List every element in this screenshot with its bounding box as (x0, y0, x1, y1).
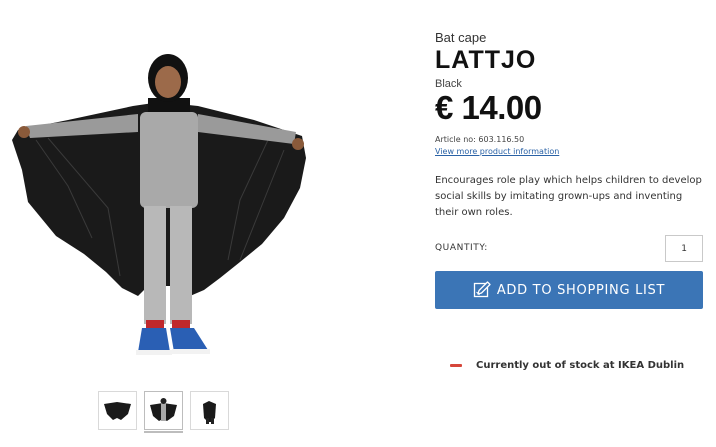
quantity-input[interactable] (665, 235, 703, 262)
pencil-list-icon (473, 281, 491, 298)
product-description: Encourages role play which helps childre… (435, 175, 702, 218)
thumbnail-child-in-cape[interactable] (144, 391, 183, 433)
cape-hanger-icon (203, 401, 216, 424)
more-product-info-link[interactable]: View more product information (435, 147, 559, 156)
left-hand (18, 126, 30, 138)
product-main-image (12, 54, 306, 355)
add-button-label: ADD TO SHOPPING LIST (496, 282, 666, 298)
add-to-shopping-list-button[interactable]: ADD TO SHOPPING LIST (435, 271, 703, 309)
child-in-cape-icon (150, 398, 177, 421)
stock-status: Currently out of stock at IKEA Dublin (450, 360, 684, 371)
article-number: Article no: 603.116.50 (435, 135, 525, 144)
cape-flat-icon (104, 402, 131, 420)
quantity-label: QUANTITY: (435, 243, 488, 253)
stock-status-text: Currently out of stock at IKEA Dublin (476, 360, 685, 371)
product-name: LATTJO (435, 46, 537, 74)
thumbnail-strip (98, 391, 229, 433)
product-gallery (0, 0, 420, 447)
thumbnail-cape-flat[interactable] (98, 391, 137, 430)
right-hand (292, 138, 304, 150)
thumbnail-cape-on-hanger[interactable] (190, 391, 229, 430)
out-of-stock-dash-icon (450, 364, 462, 367)
product-type: Bat cape (435, 30, 487, 45)
product-price: € 14.00 (435, 89, 542, 126)
